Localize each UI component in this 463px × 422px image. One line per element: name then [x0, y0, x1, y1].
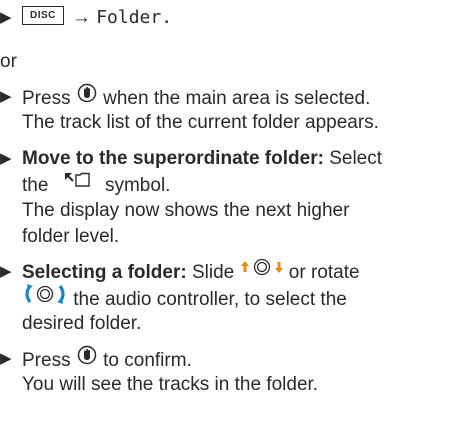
or-text: or: [0, 51, 17, 72]
bullet-arrow: ▶: [0, 350, 12, 367]
press-controller-icon: [76, 82, 98, 112]
slide-controller-icon: [240, 257, 284, 285]
press-controller-icon: [76, 344, 98, 374]
step-selecting-folder: Selecting a folder: Slide or rotate: [22, 257, 360, 287]
bullet-arrow: ▶: [0, 150, 12, 167]
folder-up-icon: [62, 170, 92, 198]
disc-button[interactable]: DISC: [22, 6, 64, 26]
folder-menu-label: Folder.: [96, 7, 173, 28]
bullet-arrow: ▶: [0, 263, 12, 280]
desired-folder-text: desired folder.: [22, 313, 142, 334]
rotate-controller-icon: [22, 283, 68, 313]
display-text: The display now shows the next higher: [22, 200, 350, 221]
step-superordinate: Move to the superordinate folder: Select: [22, 148, 383, 169]
bullet-arrow: ▶: [0, 9, 12, 26]
instruction-disc-folder: DISC → Folder.: [22, 5, 172, 31]
folder-level-text: folder level.: [22, 226, 120, 247]
step-superordinate-symbol: the symbol.: [22, 172, 170, 200]
bullet-arrow: ▶: [0, 88, 12, 105]
track-list-text: The track list of the current folder app…: [22, 112, 379, 133]
arrow-symbol: →: [71, 7, 91, 28]
tracks-text: You will see the tracks in the folder.: [22, 374, 319, 395]
